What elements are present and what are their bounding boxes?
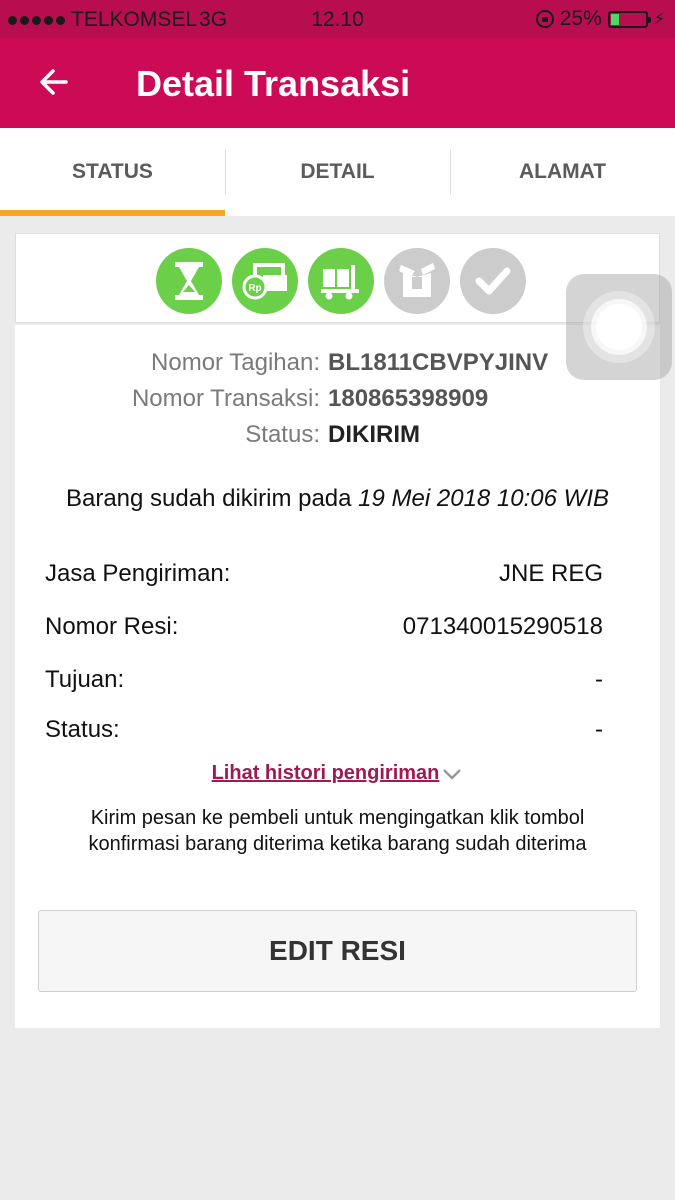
app-header: Detail Transaksi <box>0 38 675 128</box>
assistive-touch-button[interactable] <box>566 274 672 380</box>
edit-receipt-button[interactable]: EDIT RESI <box>38 910 637 992</box>
step-shipping <box>308 248 374 314</box>
destination-value: - <box>595 666 603 693</box>
courier-label: Jasa Pengiriman: <box>45 560 231 587</box>
shipping-history-link[interactable]: Lihat histori pengiriman <box>15 762 660 785</box>
page-title: Detail Transaksi <box>136 63 411 104</box>
arrow-left-icon[interactable] <box>36 64 72 100</box>
shipped-date: 19 Mei 2018 10:06 WIB <box>358 485 609 512</box>
step-waiting <box>156 248 222 314</box>
order-status-row: Status: DIKIRIM <box>15 421 660 451</box>
tab-detail[interactable]: DETAIL <box>225 128 450 216</box>
order-status-label: Status: <box>245 421 320 448</box>
battery-icon <box>607 10 651 28</box>
transaction-number-value: 180865398909 <box>328 385 489 412</box>
package-icon <box>399 263 435 297</box>
step-payment: Rp <box>232 248 298 314</box>
order-status-value: DIKIRIM <box>328 421 420 448</box>
payment-icon: Rp <box>242 263 287 300</box>
invoice-number-value: BL1811CBVPYJINV <box>328 349 549 376</box>
shipment-status-label: Status: <box>45 716 120 743</box>
battery-percent: 25% <box>559 7 602 30</box>
rotation-lock-icon <box>535 10 554 28</box>
status-bar: TELKOMSEL 3G 12.10 25% ⚡ <box>0 0 675 38</box>
truck-icon <box>321 265 359 300</box>
reminder-notice: Kirim pesan ke pembeli untuk mengingatka… <box>88 807 587 855</box>
shipping-history-label: Lihat histori pengiriman <box>211 762 440 784</box>
order-progress: Rp <box>15 233 660 323</box>
chevron-down-icon <box>443 768 462 780</box>
transaction-status-card: Nomor Tagihan: BL1811CBVPYJINV Nomor Tra… <box>15 325 660 1028</box>
system-indicators: 25% ⚡ <box>535 7 665 31</box>
shipment-status-value: - <box>595 716 603 743</box>
tab-bar: STATUS DETAIL ALAMAT <box>0 128 675 216</box>
shipped-date-text: Barang sudah dikirim pada 19 Mei 2018 10… <box>15 485 660 513</box>
charging-icon: ⚡ <box>653 11 665 28</box>
transaction-number-row: Nomor Transaksi: 180865398909 <box>15 385 660 415</box>
step-completed <box>460 248 526 314</box>
invoice-number-label: Nomor Tagihan: <box>151 349 320 376</box>
svg-text:Rp: Rp <box>248 283 261 294</box>
invoice-number-row: Nomor Tagihan: BL1811CBVPYJINV <box>15 349 660 379</box>
receipt-value: 071340015290518 <box>402 613 603 640</box>
check-icon <box>475 267 511 295</box>
destination-label: Tujuan: <box>45 666 125 693</box>
hourglass-icon <box>175 262 203 300</box>
courier-value: JNE REG <box>498 560 603 587</box>
tab-status[interactable]: STATUS <box>0 128 225 216</box>
receipt-label: Nomor Resi: <box>45 613 179 640</box>
transaction-number-label: Nomor Transaksi: <box>131 385 320 412</box>
tab-alamat[interactable]: ALAMAT <box>450 128 675 216</box>
shipped-prefix: Barang sudah dikirim pada <box>65 485 352 512</box>
battery-fill <box>610 13 620 25</box>
step-received <box>384 248 450 314</box>
